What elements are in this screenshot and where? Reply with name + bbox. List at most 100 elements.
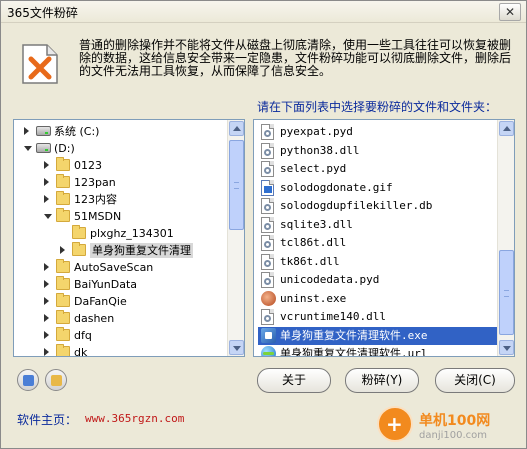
chevron-right-icon[interactable] <box>44 314 49 322</box>
watermark-subtext: danji100.com <box>419 430 487 441</box>
shred-file-icon <box>22 44 58 84</box>
file-list-item[interactable]: unicodedata.pyd <box>258 271 498 289</box>
app-window: 365文件粉碎 ✕ 普通的删除操作并不能将文件从磁盘上彻底清除，使用一些工具往往… <box>0 0 527 449</box>
file-list-item[interactable]: vcruntime140.dll <box>258 308 498 326</box>
file-icon <box>261 216 274 233</box>
tree-item[interactable]: BaiYunData <box>14 276 226 293</box>
url-icon <box>261 346 276 356</box>
file-name: solodogdupfilekiller.db <box>280 199 433 212</box>
tree-item[interactable]: AutoSaveScan <box>14 259 226 276</box>
close-window-button[interactable]: ✕ <box>499 3 521 21</box>
close-button[interactable]: 关闭(C) <box>435 368 515 393</box>
tree-item[interactable]: 系统 (C:) <box>14 123 226 140</box>
file-scrollbar[interactable] <box>497 120 514 356</box>
file-list[interactable]: pyexpat.pyd python38.dll select.pyd solodog… <box>253 119 515 357</box>
chevron-right-icon[interactable] <box>44 178 49 186</box>
tree-item[interactable]: plxghz_134301 <box>14 225 226 242</box>
tree-item[interactable]: (D:) <box>14 140 226 157</box>
chevron-right-icon[interactable] <box>44 161 49 169</box>
chevron-right-icon[interactable] <box>44 263 49 271</box>
refresh-icon[interactable] <box>17 369 39 391</box>
file-icon <box>261 198 274 214</box>
tree-scroll-thumb[interactable] <box>229 140 244 230</box>
chevron-down-icon[interactable] <box>44 214 52 219</box>
folder-icon <box>56 208 70 222</box>
folder-tree[interactable]: 系统 (C:) (D:) 0123 123pan 123内容 51MSDN plxghz_1… <box>13 119 245 357</box>
tree-item[interactable]: 123内容 <box>14 191 226 208</box>
tree-item-label: 0123 <box>74 159 102 172</box>
file-list-item[interactable]: select.pyd <box>258 160 498 178</box>
shred-button[interactable]: 粉碎(Y) <box>345 368 419 393</box>
file-icon <box>261 142 274 159</box>
watermark-text: 单机100网 <box>419 413 491 429</box>
file-list-item[interactable]: 单身狗重复文件清理软件.exe <box>258 326 498 345</box>
chevron-right-icon[interactable] <box>44 331 49 339</box>
tree-item[interactable]: 单身狗重复文件清理 <box>14 242 226 259</box>
chevron-right-icon[interactable] <box>44 195 49 203</box>
file-scroll-thumb[interactable] <box>499 250 514 335</box>
file-list-item[interactable]: tcl86t.dll <box>258 234 498 252</box>
print-icon[interactable] <box>45 369 67 391</box>
file-name: select.pyd <box>280 162 347 175</box>
tree-item-label: 51MSDN <box>74 210 122 223</box>
chevron-right-icon[interactable] <box>44 280 49 288</box>
tree-item[interactable]: 51MSDN <box>14 208 226 225</box>
chevron-right-icon[interactable] <box>24 127 29 135</box>
tree-item-label: 单身狗重复文件清理 <box>90 243 193 258</box>
file-icon <box>261 272 274 288</box>
file-name: 单身狗重复文件清理软件.exe <box>280 328 428 342</box>
file-icon <box>261 309 274 325</box>
tree-item[interactable]: 123pan <box>14 174 226 191</box>
file-list-item[interactable]: 单身狗重复文件清理软件.url <box>258 345 498 357</box>
tree-item-label: DaFanQie <box>74 295 127 308</box>
file-name: sqlite3.dll <box>280 217 353 231</box>
file-name: uninst.exe <box>280 291 347 305</box>
homepage-link[interactable]: www.365rgzn.com <box>85 412 184 425</box>
title-bar[interactable]: 365文件粉碎 ✕ <box>1 1 526 23</box>
drive-icon <box>36 126 51 136</box>
file-list-item[interactable]: uninst.exe <box>258 290 498 308</box>
tree-item[interactable]: dashen <box>14 310 226 327</box>
folder-icon <box>56 310 70 324</box>
tree-item-label: BaiYunData <box>74 278 138 291</box>
watermark-logo-icon: + <box>377 406 413 442</box>
file-list-item[interactable]: pyexpat.pyd <box>258 123 498 141</box>
folder-icon <box>56 259 70 273</box>
file-scroll-up-arrow[interactable] <box>499 121 514 136</box>
chevron-right-icon[interactable] <box>60 246 65 254</box>
folder-icon <box>56 293 70 307</box>
homepage-label: 软件主页： <box>17 413 78 427</box>
folder-icon <box>72 225 86 239</box>
file-list-item[interactable]: tk86t.dll <box>258 253 498 271</box>
tree-item[interactable]: 0123 <box>14 157 226 174</box>
tree-item-label: 123pan <box>74 176 116 189</box>
tree-item-label: AutoSaveScan <box>74 261 154 274</box>
image-file-icon <box>261 179 274 196</box>
tree-scroll-up-arrow[interactable] <box>229 121 244 136</box>
file-name: unicodedata.pyd <box>280 273 380 286</box>
tree-scrollbar[interactable] <box>227 120 244 356</box>
chevron-right-icon[interactable] <box>44 297 49 305</box>
file-list-item[interactable]: sqlite3.dll <box>258 216 498 234</box>
tree-item[interactable]: DaFanQie <box>14 293 226 310</box>
file-name: vcruntime140.dll <box>280 310 386 323</box>
file-list-item[interactable]: python38.dll <box>258 142 498 160</box>
tree-item[interactable]: dk <box>14 344 226 356</box>
file-list-item[interactable]: solodogdupfilekiller.db <box>258 197 498 215</box>
tree-scroll-down-arrow[interactable] <box>229 340 244 355</box>
file-name: tcl86t.dll <box>280 236 347 249</box>
chevron-right-icon[interactable] <box>44 348 49 356</box>
file-list-item[interactable]: solodogdonate.gif <box>258 179 498 197</box>
folder-icon <box>56 276 70 290</box>
folder-icon <box>56 344 70 356</box>
tree-item[interactable]: dfq <box>14 327 226 344</box>
window-title: 365文件粉碎 <box>7 6 78 20</box>
chevron-down-icon[interactable] <box>24 146 32 151</box>
folder-icon <box>56 174 70 188</box>
folder-icon <box>56 157 70 171</box>
file-name: 单身狗重复文件清理软件.url <box>280 347 428 357</box>
about-button[interactable]: 关于 <box>257 368 331 393</box>
tree-item-label: dfq <box>74 329 92 342</box>
file-scroll-down-arrow[interactable] <box>499 340 514 355</box>
folder-icon <box>72 242 86 256</box>
